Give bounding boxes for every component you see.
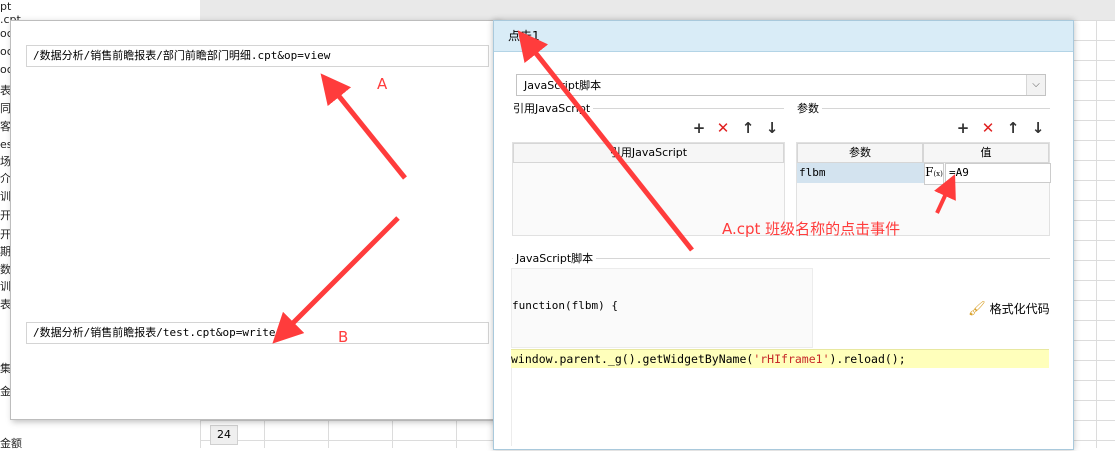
- arrow-to-url-b: [272, 216, 400, 344]
- arrow-to-param-value: [934, 174, 956, 214]
- arrow-to-dialog-title: [517, 30, 694, 252]
- arrow-to-url-a: [320, 73, 407, 180]
- annotation-arrows-overlay: [272, 30, 956, 344]
